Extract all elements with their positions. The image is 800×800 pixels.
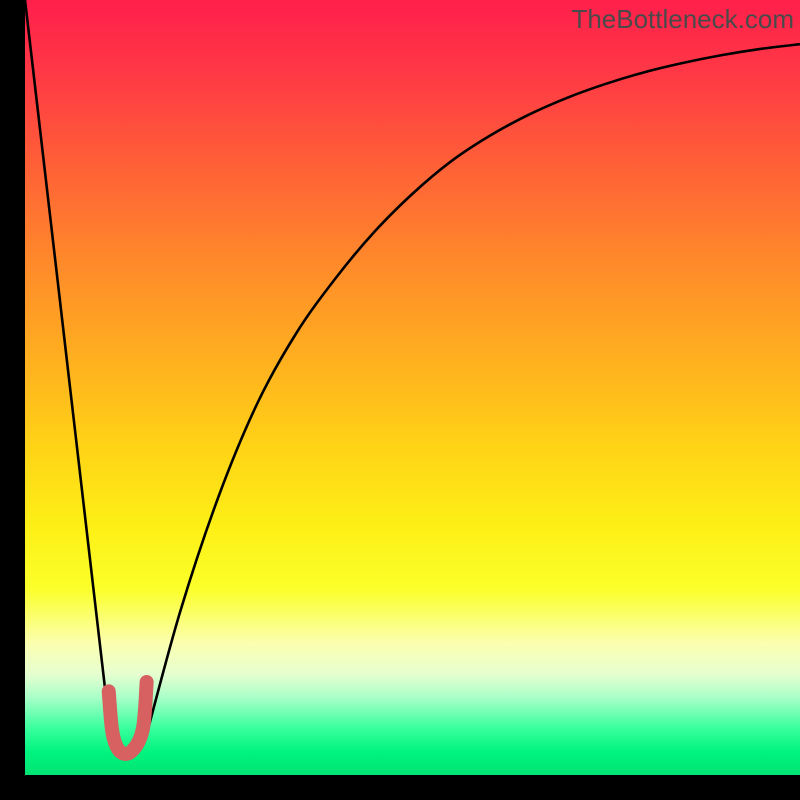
chart-curve xyxy=(25,0,800,740)
chart-plot-area: TheBottleneck.com xyxy=(25,0,800,775)
chart-svg xyxy=(25,0,800,775)
chart-frame: TheBottleneck.com xyxy=(0,0,800,800)
chart-hook-marker xyxy=(109,682,147,754)
